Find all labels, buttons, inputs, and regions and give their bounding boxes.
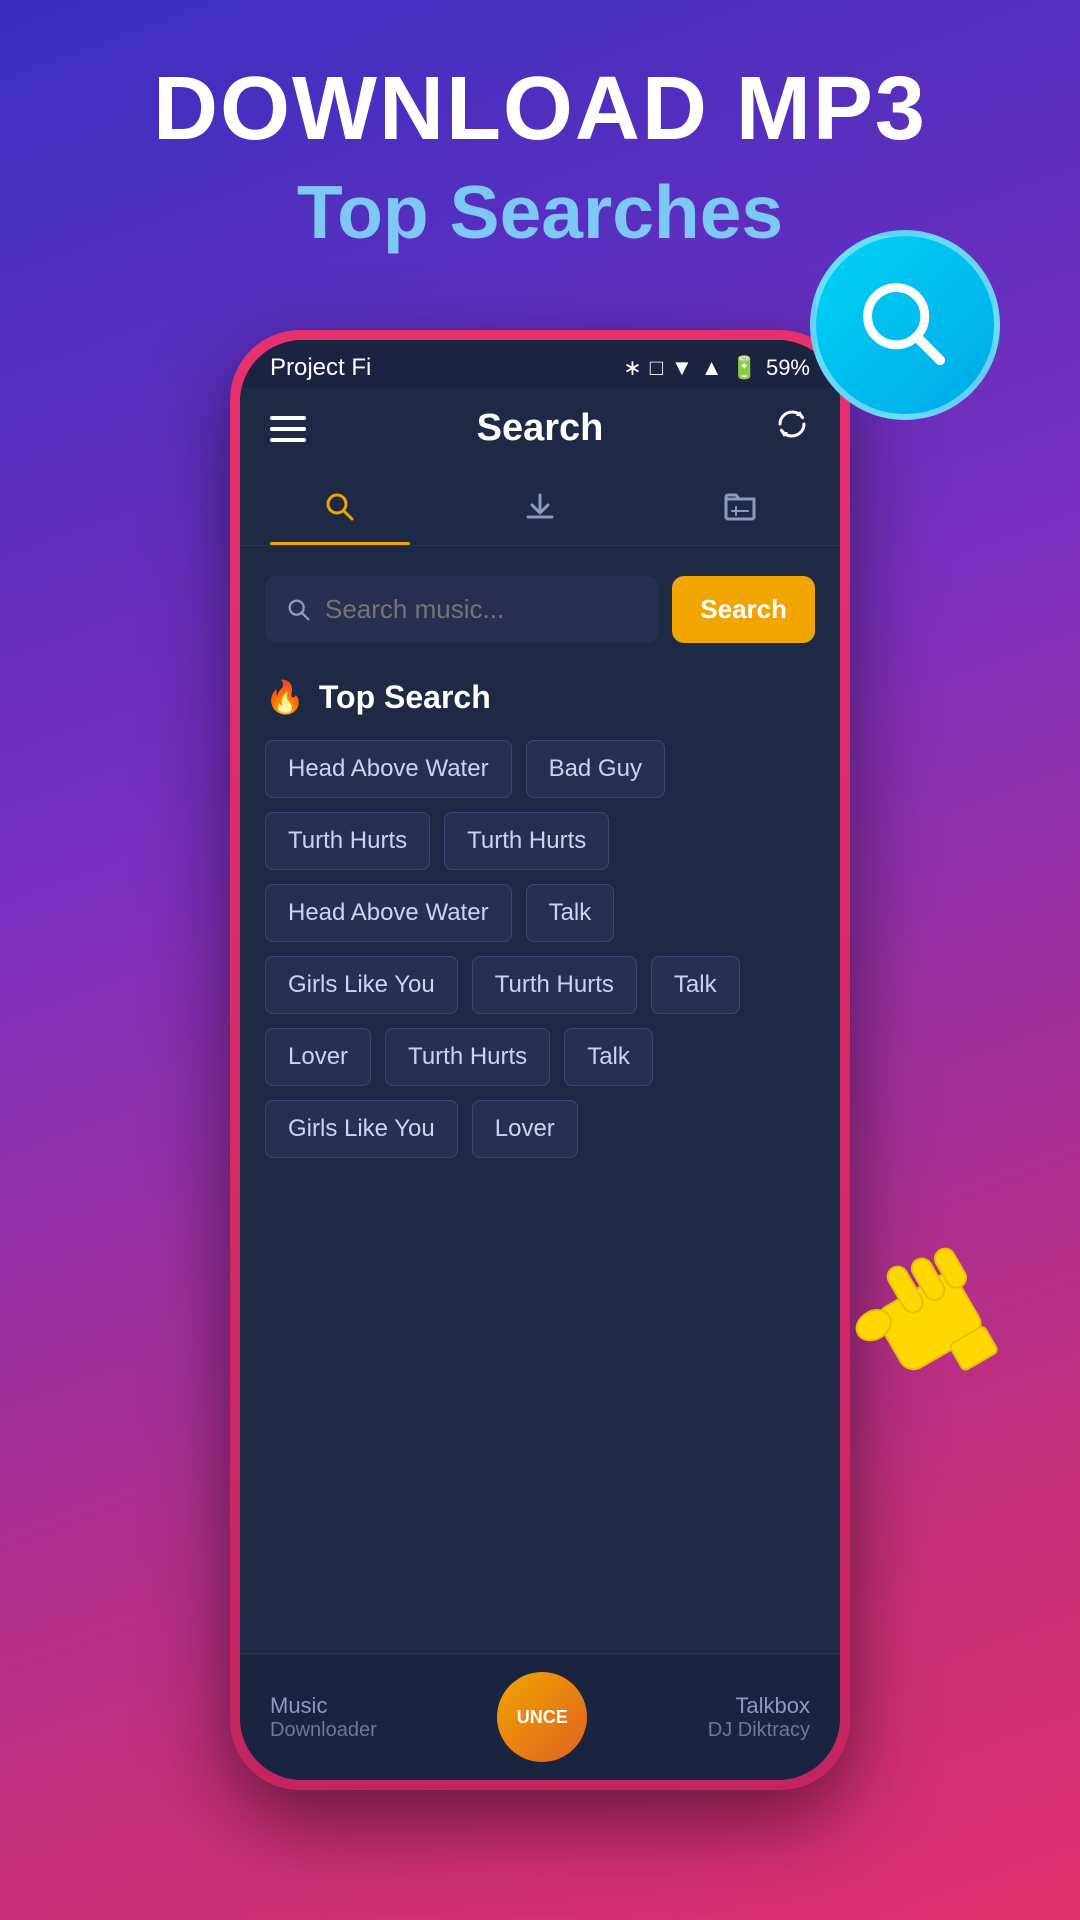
tag-item[interactable]: Head Above Water [265,740,512,798]
tag-item[interactable]: Head Above Water [265,884,512,942]
tag-item[interactable]: Bad Guy [526,740,665,798]
top-search-heading: 🔥 Top Search [265,678,815,716]
app-bar: Search [240,388,840,469]
tab-folder[interactable] [640,469,840,545]
app-bar-title: Search [477,407,604,450]
wifi-icon: ▼ [671,355,693,381]
status-icons: ∗ □ ▼ ▲ 🔋 59% [623,355,810,381]
search-button[interactable]: Search [672,576,815,643]
tab-bar [240,469,840,546]
search-input-wrap [265,576,658,643]
tag-item[interactable]: Lover [472,1100,578,1158]
tag-item[interactable]: Talk [651,956,740,1014]
refresh-icon[interactable] [774,406,810,451]
bottom-right-info: Talkbox DJ Diktracy [708,1693,810,1742]
hand-cursor [850,1220,1030,1400]
bottom-left-info: Music Downloader [270,1693,377,1742]
phone-mockup: Project Fi ∗ □ ▼ ▲ 🔋 59% Search [230,330,850,1790]
signal-icon: ▲ [701,355,723,381]
fire-icon: 🔥 [265,678,305,716]
main-title: DOWNLOAD MP3 [0,60,1080,159]
bottom-left-sub: Downloader [270,1719,377,1742]
tag-item[interactable]: Lover [265,1028,371,1086]
tag-item[interactable]: Girls Like You [265,1100,458,1158]
tags-container: Head Above WaterBad GuyTurth HurtsTurth … [265,740,815,1158]
album-art[interactable]: UNCE [497,1672,587,1762]
tag-item[interactable]: Girls Like You [265,956,458,1014]
search-input-icon [285,596,313,624]
status-bar: Project Fi ∗ □ ▼ ▲ 🔋 59% [240,340,840,388]
bottom-bar: Music Downloader UNCE Talkbox DJ Diktrac… [240,1653,840,1780]
battery-icon: 🔋 [731,355,758,381]
top-search-label: Top Search [319,679,491,716]
tag-item[interactable]: Turth Hurts [385,1028,550,1086]
tag-item[interactable]: Turth Hurts [472,956,637,1014]
tag-item[interactable]: Talk [564,1028,653,1086]
bottom-right-title: Talkbox [735,1693,810,1719]
search-circle-icon [810,230,1000,420]
carrier-text: Project Fi [270,354,371,382]
tab-search[interactable] [240,469,440,545]
tag-item[interactable]: Turth Hurts [265,812,430,870]
hamburger-menu-icon[interactable] [270,416,306,442]
main-content: Search 🔥 Top Search Head Above WaterBad … [240,546,840,1653]
album-art-text: UNCE [517,1707,568,1728]
search-bar-row: Search [265,576,815,643]
search-input[interactable] [325,594,638,625]
bottom-left-title: Music [270,1693,377,1719]
tab-download[interactable] [440,469,640,545]
tag-item[interactable]: Turth Hurts [444,812,609,870]
battery-text: 59% [766,355,810,381]
bottom-right-sub: DJ Diktracy [708,1719,810,1742]
tag-item[interactable]: Talk [526,884,615,942]
bluetooth-icon: ∗ [623,355,641,381]
vibrate-icon: □ [650,355,663,381]
